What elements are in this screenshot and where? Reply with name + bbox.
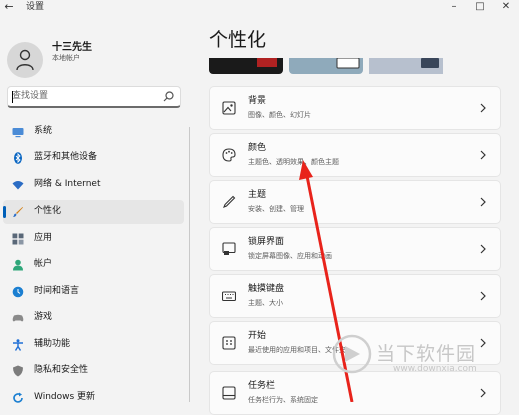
update-icon <box>13 392 23 403</box>
search-input[interactable] <box>12 89 152 103</box>
active-indicator <box>3 206 6 218</box>
sidebar-item-label: 蓝牙和其他设备 <box>34 152 98 162</box>
watermark-url: www.downxia.com <box>393 364 477 374</box>
chevron-right-icon <box>480 291 486 301</box>
sidebar-item-system[interactable]: 系统 <box>3 120 184 144</box>
sidebar-item-label: 应用 <box>34 233 53 243</box>
sidebar-item-bluetooth[interactable]: 蓝牙和其他设备 <box>3 146 184 170</box>
theme-thumbnails <box>209 58 501 74</box>
accessibility-icon <box>13 339 23 351</box>
sidebar-scrollbar[interactable] <box>189 127 190 402</box>
sidebar-item-label: Windows 更新 <box>34 392 96 402</box>
sidebar-item-windows-update[interactable]: Windows 更新 <box>3 386 184 410</box>
chevron-right-icon <box>480 150 486 160</box>
watermark-text: 当下软件园 <box>376 343 477 365</box>
theme-thumbnail-light[interactable] <box>289 58 363 74</box>
globe-clock-icon <box>12 286 24 298</box>
sidebar-item-accessibility[interactable]: 辅助功能 <box>3 333 184 357</box>
apps-icon <box>12 233 24 245</box>
card-touch-keyboard[interactable]: 触摸键盘 主题、大小 <box>209 274 501 318</box>
card-title: 颜色 <box>248 143 267 153</box>
user-name: 十三先生 <box>52 42 92 53</box>
card-title: 背景 <box>248 96 267 106</box>
minimize-button[interactable]: – <box>441 0 467 16</box>
maximize-button[interactable]: □ <box>467 0 493 16</box>
sidebar-item-label: 时间和语言 <box>34 286 80 296</box>
palette-icon <box>222 148 236 162</box>
monitor-icon <box>12 128 24 138</box>
person-icon <box>13 259 23 271</box>
gamepad-icon <box>12 314 24 322</box>
sidebar-item-label: 个性化 <box>34 206 62 216</box>
watermark-logo <box>332 334 372 374</box>
sidebar-item-label: 系统 <box>34 126 53 136</box>
chevron-right-icon <box>480 197 486 207</box>
card-themes[interactable]: 主题 安装、创建、管理 <box>209 180 501 224</box>
search-box[interactable] <box>7 86 181 108</box>
sidebar: 十三先生 本地帐户 系统 蓝牙和其他设备 网络 & Internet 个性化 应… <box>0 16 192 403</box>
sidebar-item-accounts[interactable]: 帐户 <box>3 253 184 277</box>
theme-thumbnail-glow[interactable] <box>369 58 443 74</box>
sidebar-item-label: 游戏 <box>34 312 53 322</box>
sidebar-item-gaming[interactable]: 游戏 <box>3 306 184 330</box>
back-arrow-icon[interactable]: ← <box>2 0 16 14</box>
search-icon[interactable] <box>163 91 174 102</box>
text-caret <box>12 91 13 103</box>
avatar[interactable] <box>7 42 43 78</box>
shield-icon <box>13 365 23 377</box>
sidebar-item-label: 辅助功能 <box>34 339 71 349</box>
sidebar-item-personalization[interactable]: 个性化 <box>3 200 184 224</box>
card-description: 锁定屏幕图像、应用和动画 <box>248 252 332 260</box>
sidebar-item-label: 隐私和安全性 <box>34 365 89 375</box>
pen-icon <box>223 195 236 208</box>
bluetooth-icon <box>14 152 22 164</box>
card-description: 主题色、透明效果、颜色主题 <box>248 158 339 166</box>
sidebar-item-apps[interactable]: 应用 <box>3 227 184 251</box>
card-background[interactable]: 背景 图像、颜色、幻灯片 <box>209 86 501 130</box>
title-bar: ← 设置 – □ ✕ <box>0 0 519 16</box>
sidebar-item-network[interactable]: 网络 & Internet <box>3 173 184 197</box>
wifi-icon <box>12 181 24 190</box>
window-title: 设置 <box>26 2 45 12</box>
sidebar-item-time-language[interactable]: 时间和语言 <box>3 280 184 304</box>
chevron-right-icon <box>480 103 486 113</box>
card-description: 主题、大小 <box>248 299 283 307</box>
account-type: 本地帐户 <box>52 54 80 62</box>
sidebar-item-label: 网络 & Internet <box>34 179 101 189</box>
start-icon <box>222 336 236 350</box>
sidebar-item-label: 帐户 <box>34 259 53 269</box>
image-icon <box>222 101 236 115</box>
card-lock-screen[interactable]: 锁屏界面 锁定屏幕图像、应用和动画 <box>209 227 501 271</box>
card-description: 安装、创建、管理 <box>248 205 304 213</box>
person-icon <box>16 49 34 71</box>
card-title: 锁屏界面 <box>248 237 285 247</box>
keyboard-icon <box>222 291 236 302</box>
card-title: 开始 <box>248 331 267 341</box>
chevron-right-icon <box>480 244 486 254</box>
taskbar-icon <box>222 386 236 400</box>
window-controls: – □ ✕ <box>441 0 519 16</box>
brush-icon <box>13 207 23 217</box>
card-colors[interactable]: 颜色 主题色、透明效果、颜色主题 <box>209 133 501 177</box>
card-title: 主题 <box>248 190 267 200</box>
chevron-right-icon <box>480 338 486 348</box>
lock-screen-icon <box>222 242 236 255</box>
sidebar-item-privacy[interactable]: 隐私和安全性 <box>3 359 184 383</box>
card-description: 任务栏行为、系统固定 <box>248 396 318 404</box>
card-title: 触摸键盘 <box>248 284 285 294</box>
card-title: 任务栏 <box>248 381 276 391</box>
card-description: 图像、颜色、幻灯片 <box>248 111 311 119</box>
card-taskbar[interactable]: 任务栏 任务栏行为、系统固定 <box>209 371 501 415</box>
page-title: 个性化 <box>209 29 267 51</box>
theme-thumbnail-dark[interactable] <box>209 58 283 74</box>
close-button[interactable]: ✕ <box>493 0 519 16</box>
chevron-right-icon <box>480 388 486 398</box>
